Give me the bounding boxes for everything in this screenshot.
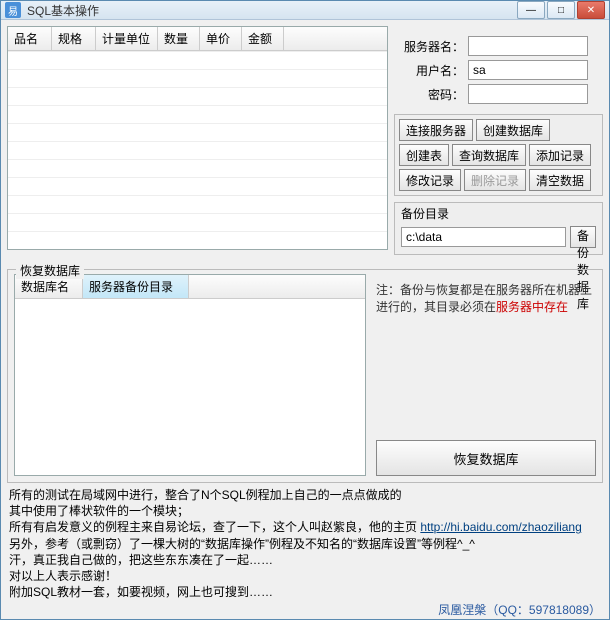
password-input[interactable] — [468, 84, 588, 104]
backup-db-button[interactable]: 备份数据库 — [570, 226, 596, 248]
backup-path-input[interactable] — [401, 227, 566, 247]
restore-table-body[interactable] — [15, 299, 365, 475]
footer-line5: 汗，真正我自己做的，把这些东东凑在了一起…… — [9, 552, 601, 568]
connection-panel: 服务器名： 用户名： 密码： 连接服务器 创建数据库 创建表 — [394, 26, 603, 255]
add-record-button[interactable]: 添加记录 — [529, 144, 591, 166]
col-spec[interactable]: 规格 — [52, 27, 96, 50]
note-body2: 服务器中存在 — [496, 300, 568, 314]
col-qty[interactable]: 数量 — [158, 27, 200, 50]
user-label: 用户名： — [400, 62, 464, 79]
restore-right: 注：备份与恢复都是在服务器所在机器上进行的，其目录必须在服务器中存在 恢复数据库 — [376, 274, 596, 476]
footer-line1: 所有的测试在局域网中进行，整合了N个SQL例程加上自己的一点点做成的 — [9, 487, 601, 503]
footer-line6: 对以上人表示感谢！ — [9, 568, 601, 584]
connect-server-button[interactable]: 连接服务器 — [399, 119, 473, 141]
col-blank[interactable] — [189, 275, 365, 298]
col-price[interactable]: 单价 — [200, 27, 242, 50]
query-db-button[interactable]: 查询数据库 — [452, 144, 526, 166]
conn-form: 服务器名： 用户名： 密码： — [394, 26, 603, 108]
window-controls: — □ ✕ — [517, 1, 605, 19]
server-row: 服务器名： — [400, 36, 597, 56]
footer-line2: 其中使用了棒状软件的一个模块； — [9, 503, 601, 519]
user-input[interactable] — [468, 60, 588, 80]
delete-record-button[interactable]: 删除记录 — [464, 169, 526, 191]
password-row: 密码： — [400, 84, 597, 104]
footer-line3-text: 所有有启发意义的例程主来自易论坛，查了一下，这个人叫赵紫良，他的主页 — [9, 520, 420, 534]
restore-legend: 恢复数据库 — [16, 262, 84, 279]
app-window: 易 SQL基本操作 — □ ✕ 品名 规格 计量单位 数量 单价 金额 — [0, 0, 610, 620]
backup-group: 备份目录 备份数据库 — [394, 202, 603, 255]
col-name[interactable]: 品名 — [8, 27, 52, 50]
content-area: 品名 规格 计量单位 数量 单价 金额 服务器名： 用 — [1, 20, 609, 625]
action-button-group: 连接服务器 创建数据库 创建表 查询数据库 添加记录 修改记录 删除记录 清空数… — [394, 114, 603, 196]
backup-legend: 备份目录 — [401, 205, 596, 222]
footer-line4: 另外，参考（或剽窃）了一棵大树的“数据库操作”例程及不知名的“数据库设置”等例程… — [9, 536, 601, 552]
table-header: 品名 规格 计量单位 数量 单价 金额 — [8, 27, 387, 51]
col-backupdir[interactable]: 服务器备份目录 — [83, 275, 189, 298]
col-amount[interactable]: 金额 — [242, 27, 284, 50]
restore-group: 恢复数据库 数据库名 服务器备份目录 注：备份与恢复都是在服务器所在机器上进行的… — [7, 269, 603, 483]
close-button[interactable]: ✕ — [577, 1, 605, 19]
maximize-button[interactable]: □ — [547, 1, 575, 19]
col-extra[interactable] — [284, 27, 387, 50]
titlebar: 易 SQL基本操作 — □ ✕ — [1, 1, 609, 20]
footer-line3: 所有有启发意义的例程主来自易论坛，查了一下，这个人叫赵紫良，他的主页 http:… — [9, 519, 601, 535]
table-body[interactable] — [8, 51, 387, 244]
restore-note: 注：备份与恢复都是在服务器所在机器上进行的，其目录必须在服务器中存在 — [376, 282, 596, 316]
clear-data-button[interactable]: 清空数据 — [529, 169, 591, 191]
minimize-button[interactable]: — — [517, 1, 545, 19]
note-prefix: 注： — [376, 283, 400, 297]
restore-db-button[interactable]: 恢复数据库 — [376, 440, 596, 476]
create-table-button[interactable]: 创建表 — [399, 144, 449, 166]
server-input[interactable] — [468, 36, 588, 56]
footer-link[interactable]: http://hi.baidu.com/zhaoziliang — [420, 520, 581, 534]
app-icon: 易 — [5, 2, 21, 18]
create-db-button[interactable]: 创建数据库 — [476, 119, 550, 141]
top-area: 品名 规格 计量单位 数量 单价 金额 服务器名： 用 — [7, 26, 603, 255]
server-label: 服务器名： — [400, 38, 464, 55]
footer-line7: 附加SQL教材一套，如要视频，网上也可搜到…… — [9, 584, 601, 600]
data-table[interactable]: 品名 规格 计量单位 数量 单价 金额 — [7, 26, 388, 250]
password-label: 密码： — [400, 86, 464, 103]
col-unit[interactable]: 计量单位 — [96, 27, 158, 50]
restore-left: 数据库名 服务器备份目录 — [14, 274, 366, 476]
window-title: SQL基本操作 — [27, 2, 517, 19]
footer-text: 所有的测试在局域网中进行，整合了N个SQL例程加上自己的一点点做成的 其中使用了… — [7, 487, 603, 619]
edit-record-button[interactable]: 修改记录 — [399, 169, 461, 191]
user-row: 用户名： — [400, 60, 597, 80]
restore-table[interactable]: 数据库名 服务器备份目录 — [14, 274, 366, 476]
footer-credit: 凤凰涅槃（QQ：597818089） — [9, 602, 601, 618]
